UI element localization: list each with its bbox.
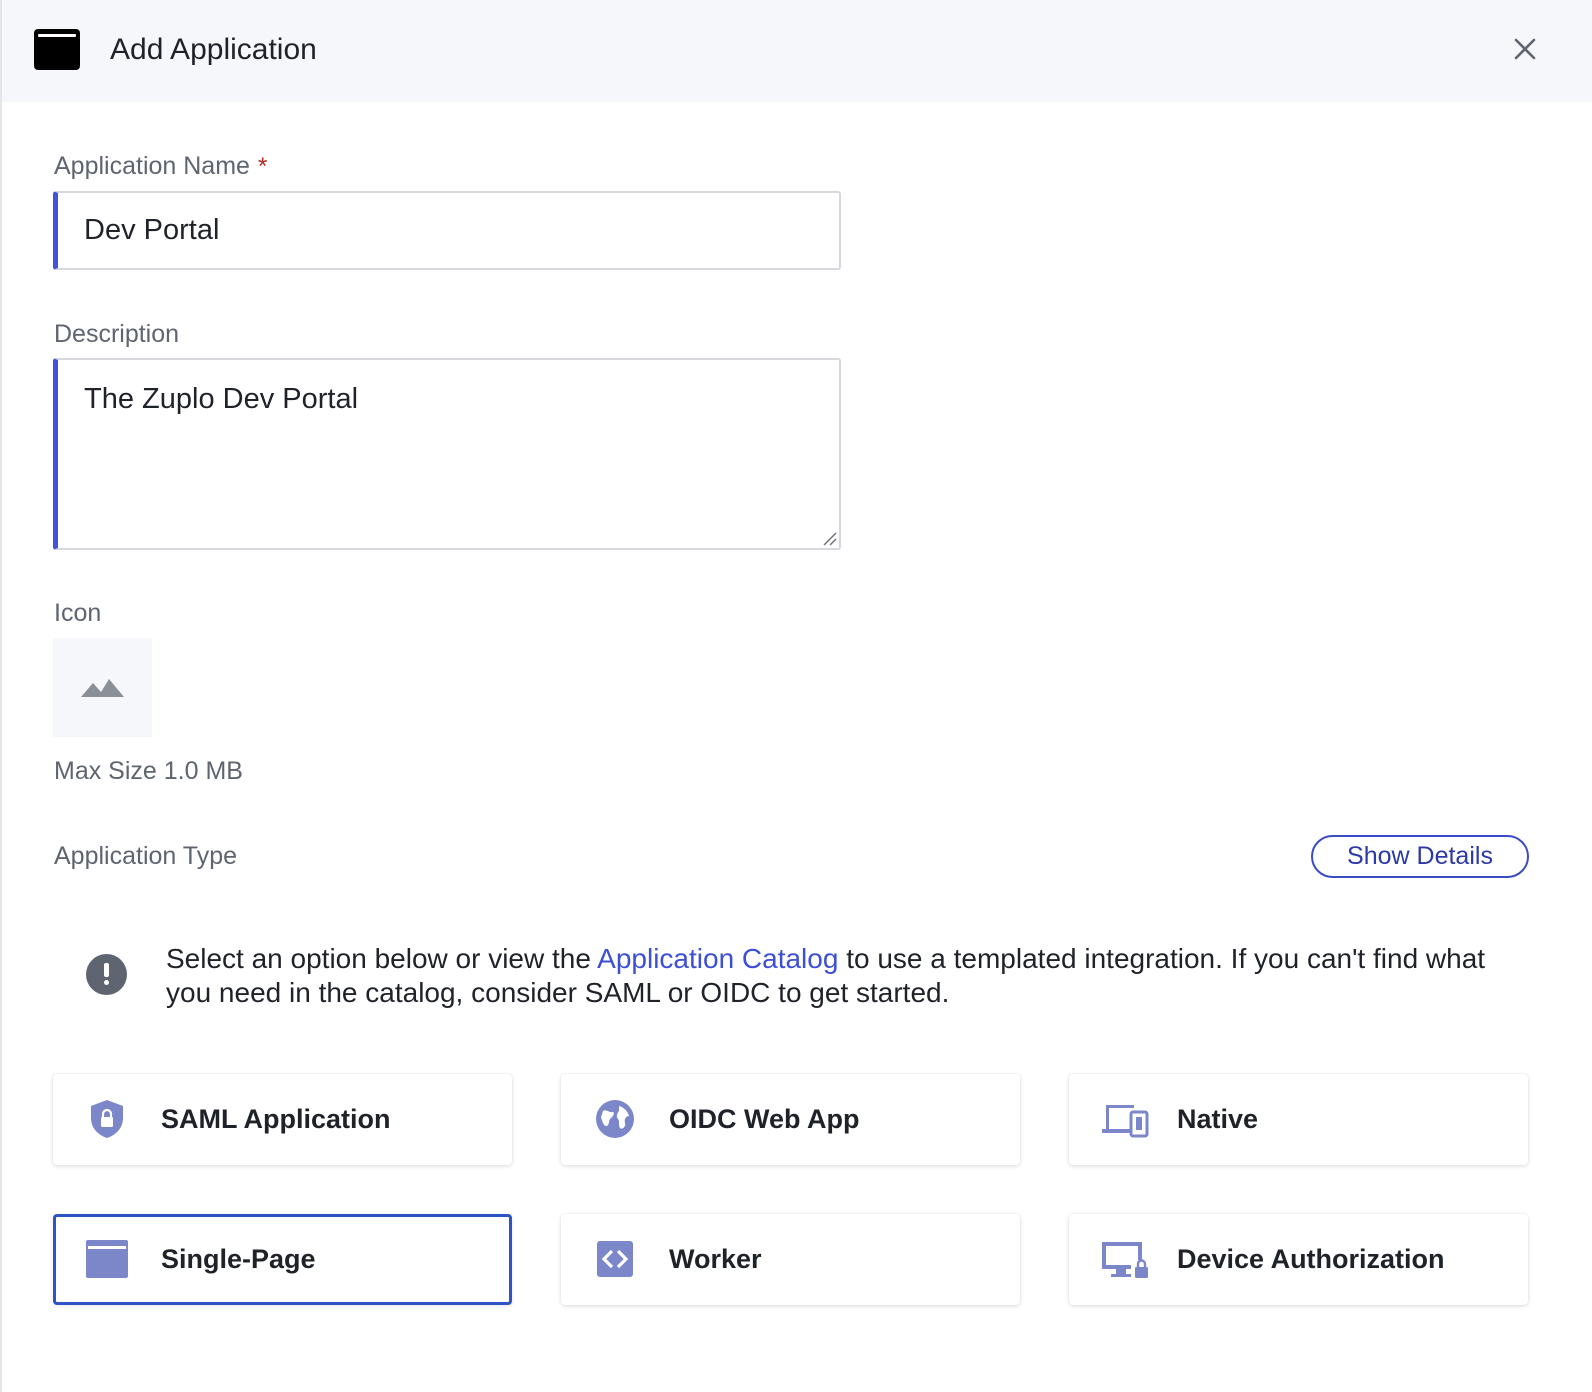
type-option-label: Worker xyxy=(669,1244,762,1274)
icon-upload-area[interactable] xyxy=(53,638,152,737)
app-name-label: Application Name * xyxy=(54,152,268,180)
icon-label: Icon xyxy=(54,599,102,627)
devices-icon xyxy=(1102,1105,1149,1138)
exclamation-icon xyxy=(86,954,127,995)
globe-icon xyxy=(596,1100,634,1138)
show-details-button[interactable]: Show Details xyxy=(1311,835,1529,878)
add-application-dialog: Add Application Application Name * Dev Po… xyxy=(0,0,1592,1392)
type-option-worker[interactable]: Worker xyxy=(561,1214,1020,1305)
image-placeholder-icon xyxy=(81,679,124,697)
type-option-label: Device Authorization xyxy=(1177,1244,1445,1274)
app-name-input[interactable]: Dev Portal xyxy=(53,191,841,270)
type-option-device-authorization[interactable]: Device Authorization xyxy=(1069,1214,1528,1305)
app-type-label: Application Type xyxy=(54,842,237,870)
dialog-title: Add Application xyxy=(110,33,317,66)
required-mark: * xyxy=(257,153,268,180)
resize-handle-icon[interactable] xyxy=(821,530,837,546)
browser-window-icon xyxy=(86,1240,128,1278)
shield-lock-icon xyxy=(91,1100,123,1138)
close-icon[interactable] xyxy=(1508,32,1542,66)
type-option-saml[interactable]: SAML Application xyxy=(53,1074,512,1165)
description-label: Description xyxy=(54,320,180,348)
application-catalog-link[interactable]: Application Catalog xyxy=(597,943,838,974)
app-type-notice: Select an option below or view the Appli… xyxy=(166,943,1486,1008)
type-option-label: SAML Application xyxy=(161,1104,391,1134)
type-option-oidc[interactable]: OIDC Web App xyxy=(561,1074,1020,1165)
monitor-lock-icon xyxy=(1102,1242,1148,1278)
code-icon xyxy=(597,1241,633,1277)
type-option-label: Native xyxy=(1177,1104,1259,1134)
type-option-label: Single-Page xyxy=(161,1244,316,1274)
max-size-text: Max Size 1.0 MB xyxy=(54,757,243,785)
dialog-header: Add Application xyxy=(2,0,1592,102)
application-window-icon xyxy=(34,29,80,70)
type-option-single-page[interactable]: Single-Page xyxy=(53,1214,512,1305)
type-option-native[interactable]: Native xyxy=(1069,1074,1528,1165)
description-textarea[interactable]: The Zuplo Dev Portal xyxy=(53,358,841,550)
type-option-label: OIDC Web App xyxy=(669,1104,860,1134)
description-value: The Zuplo Dev Portal xyxy=(84,383,359,415)
